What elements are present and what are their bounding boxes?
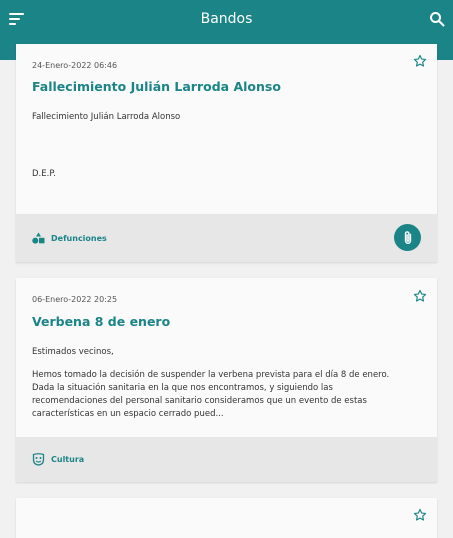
paperclip-icon [404, 230, 411, 244]
star-icon[interactable] [413, 288, 427, 302]
card-title[interactable]: Verbena 8 de enero [32, 314, 407, 329]
card-title[interactable]: Fallecimiento Julián Larroda Alonso [32, 79, 407, 94]
card-paragraph: Hemos tomado la decisión de suspender la… [32, 370, 390, 419]
card-paragraph: D.E.P. [32, 169, 56, 179]
card-body: Fallecimiento Julián Larroda Alonso D.E.… [32, 111, 407, 181]
page-title: Bandos [200, 11, 253, 27]
bando-card[interactable] [16, 498, 437, 538]
card-body: Estimados vecinos, Hemos tomado la decis… [32, 346, 407, 421]
shapes-icon [32, 232, 45, 244]
attachment-button[interactable] [394, 224, 421, 251]
category-label[interactable]: Cultura [32, 453, 84, 466]
category-name: Cultura [51, 455, 85, 464]
star-icon[interactable] [413, 507, 427, 521]
card-date: 06-Enero-2022 20:25 [32, 295, 118, 304]
card-footer: Defunciones [16, 214, 437, 262]
card-paragraph: Estimados vecinos, [32, 347, 114, 357]
theater-masks-icon [32, 453, 45, 466]
card-paragraph: Fallecimiento Julián Larroda Alonso [32, 112, 181, 122]
bando-card[interactable]: 06-Enero-2022 20:25 Verbena 8 de enero E… [16, 278, 437, 482]
search-icon[interactable] [429, 11, 445, 27]
bando-card[interactable]: 24-Enero-2022 06:46 Fallecimiento Julián… [16, 44, 437, 262]
card-footer: Cultura [16, 437, 437, 482]
category-name: Defunciones [51, 233, 107, 243]
category-label[interactable]: Defunciones [32, 232, 107, 244]
star-icon[interactable] [413, 53, 427, 67]
card-date: 24-Enero-2022 06:46 [32, 61, 118, 70]
